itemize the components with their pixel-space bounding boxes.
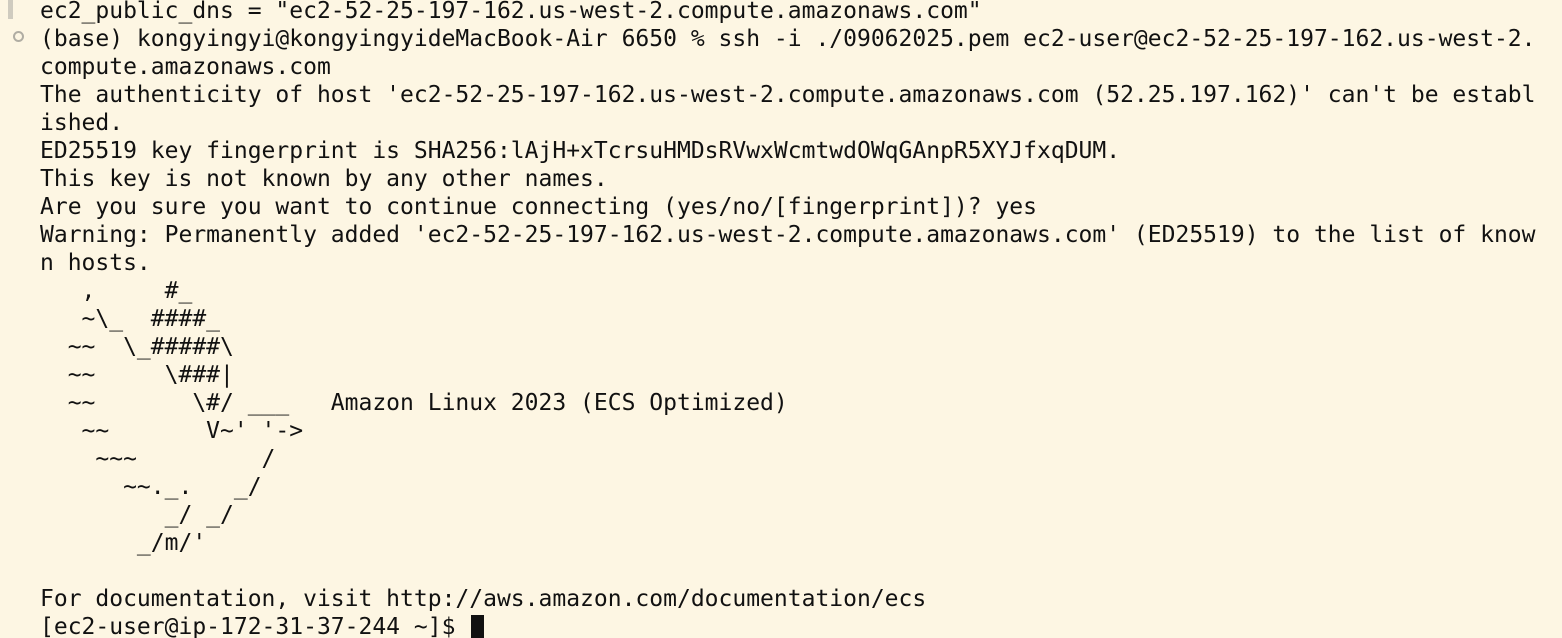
ascii-art-line: , #_ [40, 278, 193, 304]
output-line: This key is not known by any other names… [40, 166, 608, 192]
output-line: Are you sure you want to continue connec… [40, 194, 1037, 220]
output-line: The authenticity of host 'ec2-52-25-197-… [40, 82, 1536, 108]
output-line: Warning: Permanently added 'ec2-52-25-19… [40, 222, 1536, 248]
output-line: For documentation, visit http://aws.amaz… [40, 586, 927, 612]
output-line: (base) kongyingyi@kongyingyideMacBook-Ai… [40, 26, 1536, 52]
ascii-art-line: _/ _/ [40, 502, 234, 528]
ascii-art-line: ~~~ / [40, 446, 276, 472]
ascii-art-line: _/m/' [40, 530, 207, 556]
output-line: n hosts. [40, 250, 151, 276]
ascii-art-line: ~~ \###| [40, 362, 234, 388]
terminal-window[interactable]: ec2_public_dns = "ec2-52-25-197-162.us-w… [0, 0, 1562, 638]
ascii-art-line: ~~ \#/ ___ Amazon Linux 2023 (ECS Optimi… [40, 390, 788, 416]
shell-prompt-line[interactable]: [ec2-user@ip-172-31-37-244 ~]$ [40, 613, 1562, 638]
output-line: ished. [40, 110, 124, 136]
output-line: compute.amazonaws.com [40, 54, 331, 80]
ascii-art-line: ~~ V~' '-> [40, 418, 304, 444]
output-line: ec2_public_dns = "ec2-52-25-197-162.us-w… [40, 0, 982, 24]
ascii-art-line: ~\_ ####_ [40, 306, 221, 332]
command-status-icon [13, 31, 24, 42]
output-line: ED25519 key fingerprint is SHA256:lAjH+x… [40, 138, 1121, 164]
scroll-gutter-mark [8, 0, 13, 19]
ascii-art-line: ~~ \_#####\ [40, 334, 234, 360]
terminal-output: ec2_public_dns = "ec2-52-25-197-162.us-w… [40, 0, 1562, 638]
ascii-art-line: ~~._. _/ [40, 474, 262, 500]
blank-line [40, 557, 1562, 585]
text-cursor[interactable] [471, 615, 485, 638]
shell-prompt: [ec2-user@ip-172-31-37-244 ~]$ [40, 614, 470, 638]
